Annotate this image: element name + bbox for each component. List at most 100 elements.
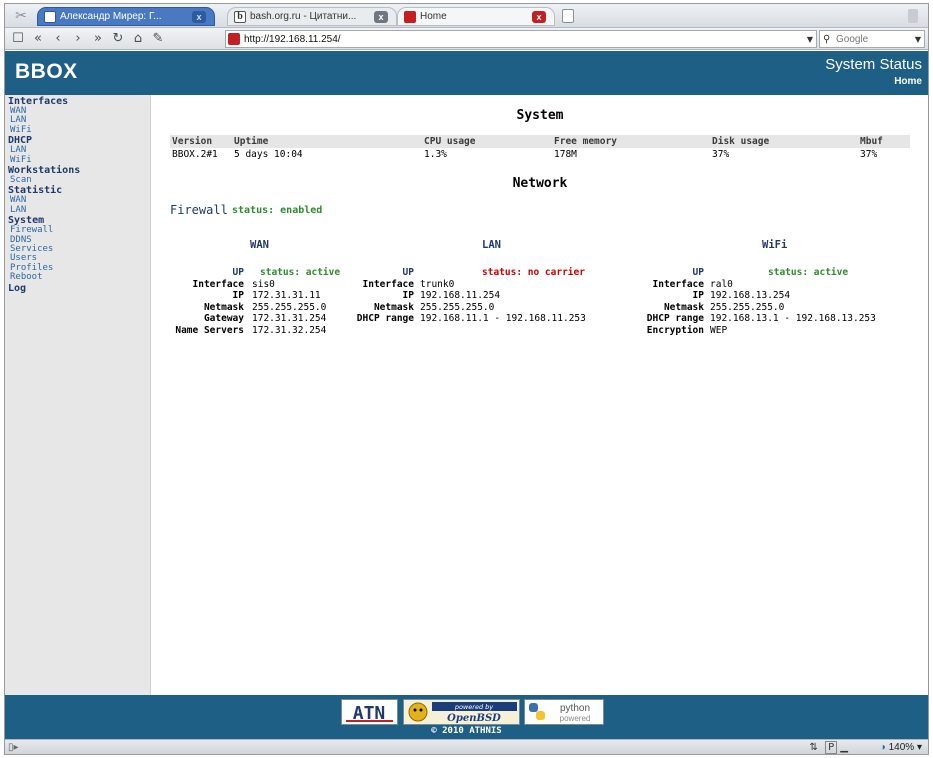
zoom-icon: ◑ (879, 742, 886, 753)
wan-key: IP (232, 290, 244, 301)
sidebar-item-reboot[interactable]: Reboot (5, 272, 150, 282)
url-dropdown-icon[interactable]: ▼ (807, 33, 813, 47)
col-cpu: CPU usage (422, 135, 552, 148)
zoom-control[interactable]: ◑ 140% ▾ (880, 741, 922, 754)
wan-title: WAN (250, 239, 269, 251)
python-bottom-text: powered (560, 714, 591, 723)
lan-value: 255.255.255.0 (420, 301, 495, 313)
search-placeholder: Google (836, 34, 869, 45)
wifi-value: ral0 (710, 278, 733, 290)
rewind-icon[interactable]: « (29, 30, 47, 48)
table-header-row: Version Uptime CPU usage Free memory Dis… (170, 135, 910, 148)
tab-mirer[interactable]: Александр Мирер: Г... x (37, 7, 215, 26)
sidebar-section-log[interactable]: Log (5, 283, 150, 294)
close-tab-icon[interactable]: x (532, 11, 546, 23)
app-logo: BBOX (15, 60, 78, 83)
sidebar-section-interfaces[interactable]: Interfaces (5, 97, 150, 107)
copyright-text: © 2010 ATHNIS (431, 726, 502, 736)
wifi-key: Interface (652, 278, 704, 290)
sidebar-section-dhcp[interactable]: DHCP (5, 136, 150, 146)
wifi-key: Netmask (663, 301, 704, 313)
tools-icon[interactable]: ✂ (13, 8, 29, 24)
system-table: Version Uptime CPU usage Free memory Dis… (170, 135, 910, 162)
cell-memory: 178M (554, 149, 577, 160)
fast-forward-icon[interactable]: » (89, 30, 107, 48)
main-content: System Version Uptime CPU usage Free mem… (152, 95, 928, 695)
panel-toggle-icon[interactable]: ☐ (9, 30, 27, 48)
col-memory: Free memory (552, 135, 710, 148)
edit-icon[interactable]: ✎ (149, 30, 167, 48)
page-display-icon[interactable]: ▁ (840, 742, 848, 753)
wifi-value: 192.168.13.254 (710, 290, 791, 301)
lan-row-interface: Interface trunk0 (350, 279, 650, 291)
back-icon[interactable]: ‹ (49, 30, 67, 48)
table-row: BBOX.2#1 5 days 10:04 1.3% 178M 37% 37% (170, 148, 910, 162)
cell-cpu: 1.3% (424, 149, 447, 160)
wifi-row-ip: IP 192.168.13.254 (636, 290, 933, 302)
sidebar-section-statistic[interactable]: Statistic (5, 186, 150, 196)
new-tab-icon[interactable] (562, 9, 574, 23)
close-tab-icon[interactable]: x (374, 11, 388, 23)
lan-title: LAN (482, 239, 501, 251)
openbsd-favicon-icon (404, 11, 416, 23)
zoom-level: 140% (888, 742, 915, 753)
address-input[interactable]: http://192.168.11.254/ ▼ (225, 30, 817, 48)
sidebar-nav: Interfaces WAN LAN WiFi DHCP LAN WiFi Wo… (5, 95, 151, 695)
search-dropdown-icon[interactable]: ▼ (915, 33, 921, 47)
openbsd-logo-icon: powered by OpenBSD (404, 700, 519, 724)
sidebar-item-statistic-wan[interactable]: WAN (5, 196, 150, 206)
wan-value: sis0 (252, 278, 275, 290)
wan-key: Interface (192, 278, 244, 290)
sidebar-item-statistic-lan[interactable]: LAN (5, 205, 150, 215)
presentation-mode-icon[interactable]: P (825, 741, 838, 754)
wan-value: 172.31.32.254 (252, 324, 327, 336)
forward-icon[interactable]: › (69, 30, 87, 48)
close-tab-icon[interactable]: x (192, 11, 206, 23)
lan-row-ip: IP 192.168.11.254 (350, 290, 650, 302)
panels-icon[interactable]: ▯▸ (8, 741, 19, 754)
openbsd-powered-text: powered by (454, 703, 493, 711)
python-top-text: python (560, 703, 590, 714)
page-title: System Status (825, 56, 922, 73)
tab-label: bash.org.ru - Цитатни... (250, 11, 357, 22)
lan-key: Interface (362, 278, 414, 290)
lan-value: 192.168.11.254 (420, 290, 501, 301)
address-toolbar: ☐ « ‹ › » ↻ ⌂ ✎ http://192.168.11.254/ ▼… (5, 28, 928, 50)
sidebar-item-interfaces-wan[interactable]: WAN (5, 106, 150, 116)
python-badge[interactable]: python powered (524, 699, 604, 725)
tab-home[interactable]: Home x (397, 7, 555, 26)
wifi-up-row: UP status: active (636, 267, 933, 279)
cell-disk: 37% (712, 149, 730, 160)
wifi-row-netmask: Netmask 255.255.255.0 (636, 302, 933, 314)
lan-key: IP (402, 290, 414, 301)
cell-mbuf: 37% (860, 149, 878, 160)
home-link[interactable]: Home (894, 76, 922, 87)
wifi-title: WiFi (762, 239, 788, 251)
home-icon[interactable]: ⌂ (129, 30, 147, 48)
wifi-row-dhcp: DHCP range 192.168.13.1 - 192.168.13.253 (636, 313, 933, 325)
wan-status: status: active (260, 267, 341, 278)
sidebar-item-dhcp-wifi[interactable]: WiFi (5, 155, 150, 165)
col-mbuf: Mbuf (858, 135, 910, 148)
reload-icon[interactable]: ↻ (109, 30, 127, 48)
network-heading: Network (512, 176, 568, 191)
wifi-value: 255.255.255.0 (710, 301, 785, 313)
sidebar-item-interfaces-wifi[interactable]: WiFi (5, 125, 150, 135)
wifi-key: Encryption (646, 324, 704, 336)
tab-bash[interactable]: b bash.org.ru - Цитатни... x (227, 7, 397, 26)
wifi-row-encryption: Encryption WEP (636, 325, 933, 337)
wan-value: 172.31.31.11 (252, 290, 321, 301)
athnis-badge[interactable]: ATN (341, 699, 398, 725)
trash-icon[interactable] (908, 9, 918, 23)
lan-up-row: UP status: no carrier (350, 267, 650, 279)
network-status-icon[interactable]: ⇅ (810, 742, 818, 753)
wan-row-nameservers: Name Servers 172.31.32.254 (170, 325, 470, 337)
search-input[interactable]: ⚲ Google ▼ (819, 30, 925, 48)
openbsd-badge[interactable]: powered by OpenBSD (403, 699, 520, 725)
lan-value: trunk0 (420, 278, 455, 290)
lan-row-netmask: Netmask 255.255.255.0 (350, 302, 650, 314)
lan-key: Netmask (373, 301, 414, 313)
wifi-key: IP (692, 290, 704, 301)
cell-uptime: 5 days 10:04 (234, 149, 303, 160)
openbsd-main-text: OpenBSD (447, 713, 501, 724)
